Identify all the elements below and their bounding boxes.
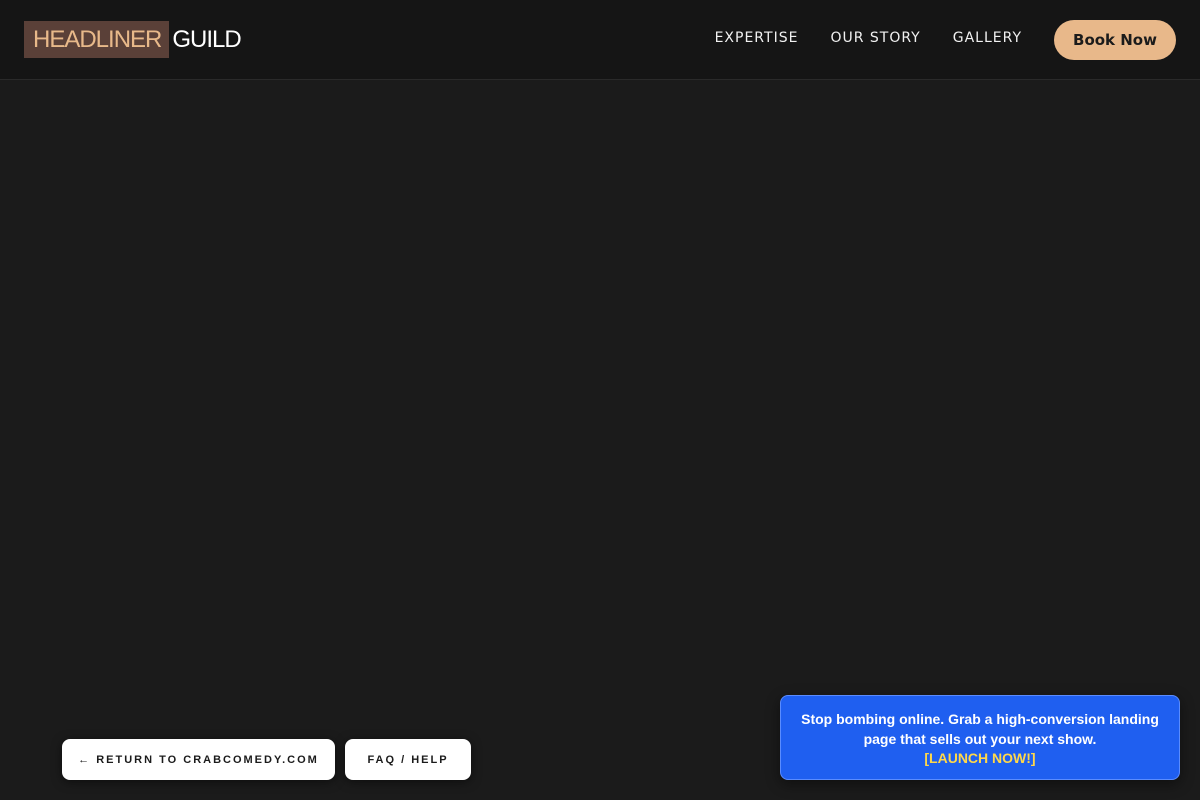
site-header: HEADLINER GUILD EXPERTISE OUR STORY GALLE… [0,0,1200,80]
nav-link-gallery[interactable]: GALLERY [953,30,1022,46]
launch-now-link[interactable]: [LAUNCH NOW!] [801,749,1159,767]
main-nav: EXPERTISE OUR STORY GALLERY Book Now [715,0,1176,80]
site-logo[interactable]: HEADLINER GUILD [24,21,242,58]
logo-text: GUILD [172,26,241,53]
return-to-site-button[interactable]: ← RETURN TO CRABCOMEDY.COM [62,739,335,780]
nav-link-our-story[interactable]: OUR STORY [830,30,920,46]
promo-banner: Stop bombing online. Grab a high-convers… [780,695,1180,780]
promo-message: Stop bombing online. Grab a high-convers… [801,711,1159,747]
logo-highlight-text: HEADLINER [24,21,170,58]
page: HEADLINER GUILD EXPERTISE OUR STORY GALLE… [0,0,1200,800]
faq-help-button[interactable]: FAQ / HELP [345,739,471,780]
book-now-button[interactable]: Book Now [1054,20,1176,60]
nav-link-expertise[interactable]: EXPERTISE [715,30,799,46]
